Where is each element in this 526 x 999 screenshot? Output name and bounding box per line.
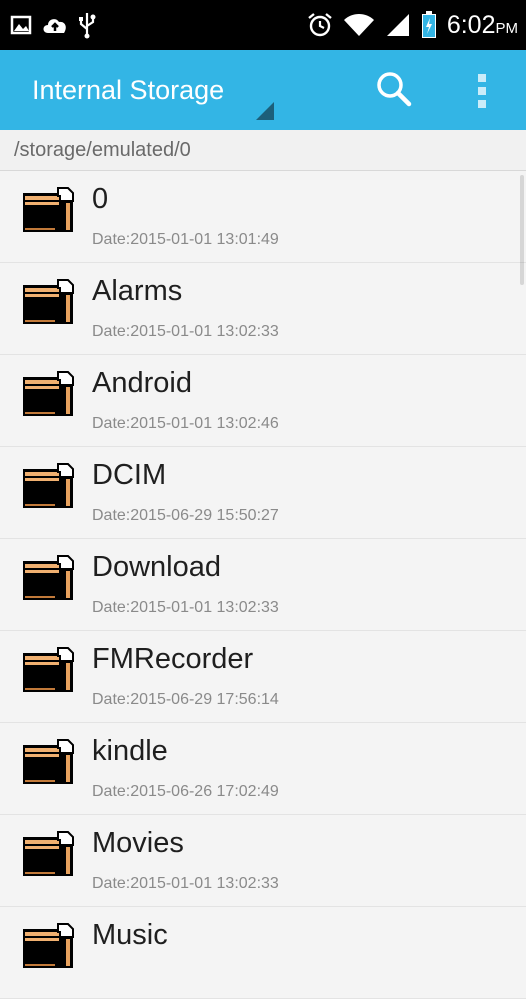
file-name: Alarms (92, 275, 183, 307)
current-path: /storage/emulated/0 (14, 139, 191, 161)
folder-icon (23, 647, 74, 692)
battery-charging-icon (421, 11, 436, 38)
file-date: Date:2015-01-01 13:02:33 (92, 875, 279, 892)
wifi-icon (343, 14, 374, 36)
status-bar: 6:02PM (0, 0, 526, 50)
search-icon[interactable] (372, 67, 416, 111)
file-name: FMRecorder (92, 643, 254, 675)
file-row[interactable]: Alarms Date:2015-01-01 13:02:33 (0, 263, 526, 355)
file-name: Movies (92, 827, 184, 859)
signal-icon (386, 14, 409, 36)
storage-selector[interactable]: Internal Storage (20, 50, 282, 130)
clock: 6:02PM (446, 10, 518, 39)
file-date: Date:2015-01-01 13:02:46 (92, 415, 279, 432)
cloud-upload-icon (43, 19, 66, 33)
file-date: Date:2015-01-01 13:02:33 (92, 323, 279, 340)
file-name: Music (92, 919, 168, 951)
folder-icon (23, 279, 74, 324)
alarm-icon (308, 13, 332, 37)
file-date: Date:2015-01-01 13:01:49 (92, 231, 279, 248)
file-row[interactable]: Download Date:2015-01-01 13:02:33 (0, 539, 526, 631)
file-row[interactable]: FMRecorder Date:2015-06-29 17:56:14 (0, 631, 526, 723)
system-icons: 6:02PM (307, 0, 518, 50)
folder-icon (23, 463, 74, 508)
file-date: Date:2015-01-01 13:02:33 (92, 599, 279, 616)
folder-icon (23, 739, 74, 784)
scrollbar[interactable] (520, 175, 524, 285)
file-row[interactable]: kindle Date:2015-06-26 17:02:49 (0, 723, 526, 815)
file-row[interactable]: DCIM Date:2015-06-29 15:50:27 (0, 447, 526, 539)
notification-icons (10, 0, 96, 50)
file-row[interactable]: Android Date:2015-01-01 13:02:46 (0, 355, 526, 447)
path-bar: /storage/emulated/0 (0, 130, 526, 171)
file-name: kindle (92, 735, 168, 767)
folder-icon (23, 831, 74, 876)
folder-icon (23, 371, 74, 416)
file-date: Date:2015-06-26 17:02:49 (92, 783, 279, 800)
file-list: 0 Date:2015-01-01 13:01:49 Alarms Date:2… (0, 171, 526, 999)
file-name: DCIM (92, 459, 167, 491)
file-name: Download (92, 551, 221, 583)
picture-icon (10, 15, 32, 35)
file-row[interactable]: Music (0, 907, 526, 999)
action-bar: Internal Storage (0, 50, 526, 130)
dropdown-corner-icon (256, 102, 274, 120)
usb-icon (79, 13, 96, 39)
file-row[interactable]: Movies Date:2015-01-01 13:02:33 (0, 815, 526, 907)
file-date: Date:2015-06-29 17:56:14 (92, 691, 279, 708)
file-name: Android (92, 367, 192, 399)
file-date: Date:2015-06-29 15:50:27 (92, 507, 279, 524)
file-name: 0 (92, 183, 109, 215)
folder-icon (23, 555, 74, 600)
folder-icon (23, 187, 74, 232)
overflow-menu-icon[interactable] (466, 70, 498, 112)
file-row[interactable]: 0 Date:2015-01-01 13:01:49 (0, 171, 526, 263)
storage-title: Internal Storage (32, 75, 225, 105)
folder-icon (23, 923, 74, 968)
